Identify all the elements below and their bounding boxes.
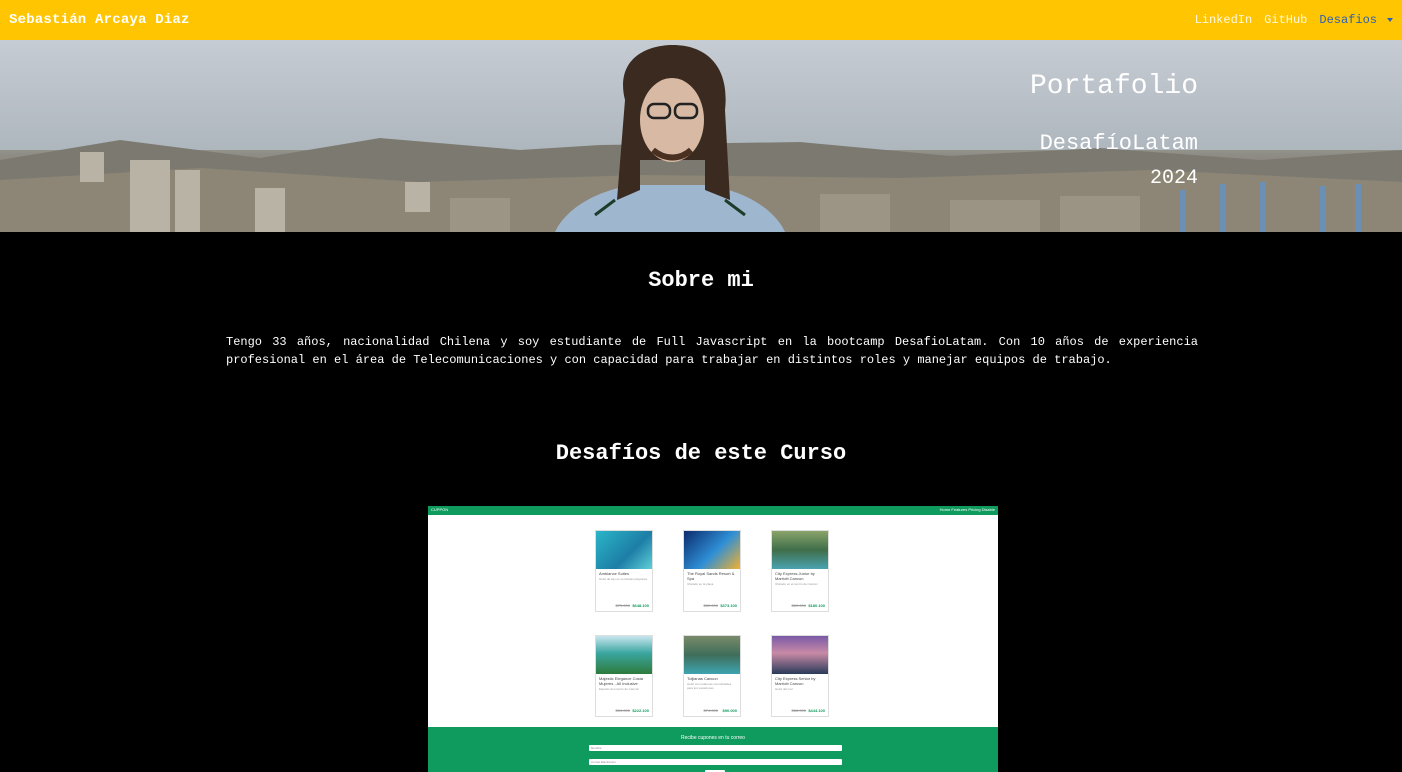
nav-dropdown-label: Desafios (1319, 13, 1377, 27)
challenge-preview-image[interactable]: CUPPON Home Features Pricing Disable Amb… (428, 506, 998, 772)
card-price: $90.000 (722, 708, 737, 713)
preview-email-input: Correo Electrónico (589, 759, 842, 765)
card-image (684, 531, 740, 569)
card-title: Ambiance Suites (599, 571, 630, 576)
preview-card: City Express Senior by Marriott Cancun H… (771, 635, 829, 717)
preview-navbar: CUPPON Home Features Pricing Disable (428, 506, 998, 515)
nav-dropdown-desafios[interactable]: Desafios (1319, 13, 1393, 27)
card-title: The Royal Sands Resort & Spa (687, 571, 735, 581)
nav-link-linkedin[interactable]: LinkedIn (1195, 13, 1253, 27)
card-title: City Express Junior by Marriott Cancun (775, 571, 815, 581)
card-price: $373.100 (720, 603, 737, 608)
preview-name-input: Nombre (589, 745, 842, 751)
card-desc: Espacio del centro de Cancún (599, 687, 640, 691)
card-desc: Hotel del mar (775, 687, 793, 691)
nav-link-github[interactable]: GitHub (1264, 13, 1307, 27)
chevron-down-icon (1387, 18, 1393, 22)
hero-banner: Portafolio DesafíoLatam 2024 (0, 40, 1402, 232)
card-old-price: $62.000 (703, 603, 718, 608)
card-desc: Ubicado en el centro de Cancún (775, 582, 818, 586)
preview-logo: CUPPON (431, 507, 449, 512)
card-old-price: $75.000 (615, 603, 630, 608)
preview-card: Majestic Elegance Costa Mujeres - All In… (595, 635, 653, 717)
card-price: $648.100 (632, 603, 649, 608)
brand-name[interactable]: Sebastián Arcaya Diaz (9, 12, 190, 28)
preview-card: Ambiance Suites Hotel de lujo en cercaní… (595, 530, 653, 612)
hero-year: 2024 (1149, 167, 1198, 190)
card-image (772, 531, 828, 569)
card-title: City Express Senior by Marriott Cancun (775, 676, 816, 686)
hero-portrait-image (555, 45, 785, 232)
card-old-price: $74.000 (703, 708, 718, 713)
about-paragraph: Tengo 33 años, nacionalidad Chilena y so… (226, 335, 1198, 367)
preview-footer: Recibe cupones en tu correo Nombre Corre… (428, 727, 998, 772)
card-price: $444.100 (808, 708, 825, 713)
card-image (596, 636, 652, 674)
preview-footer-title: Recibe cupones en tu correo (681, 735, 745, 741)
preview-card: Tuljianas Cancun Hotel con todas las com… (683, 635, 741, 717)
card-image (596, 531, 652, 569)
nav-links: LinkedIn GitHub Desafios (1195, 13, 1393, 27)
card-title: Majestic Elegance Costa Mujeres - All In… (599, 676, 644, 686)
card-price: $222.100 (632, 708, 649, 713)
preview-nav-links: Home Features Pricing Disable (939, 507, 995, 512)
card-title: Tuljianas Cancun (687, 676, 718, 681)
hero-title: Portafolio (1029, 71, 1198, 102)
card-old-price: $88.000 (791, 708, 806, 713)
card-price: $180.100 (808, 603, 825, 608)
card-desc: Hotel con todas las comodidades para tus… (687, 682, 732, 690)
card-desc: Ubicado en la playa (687, 582, 714, 586)
preview-card: The Royal Sands Resort & Spa Ubicado en … (683, 530, 741, 612)
card-old-price: $61.000 (615, 708, 630, 713)
card-desc: Hotel de lujo en cercanías playas/as (599, 577, 648, 581)
card-old-price: $80.000 (791, 603, 806, 608)
preview-card: City Express Junior by Marriott Cancun U… (771, 530, 829, 612)
challenges-heading: Desafíos de este Curso (555, 441, 847, 466)
hero-subtitle: DesafíoLatam (1039, 131, 1198, 156)
about-heading: Sobre mi (648, 268, 754, 293)
card-image (684, 636, 740, 674)
card-image (772, 636, 828, 674)
navbar: Sebastián Arcaya Diaz LinkedIn GitHub De… (0, 0, 1402, 40)
